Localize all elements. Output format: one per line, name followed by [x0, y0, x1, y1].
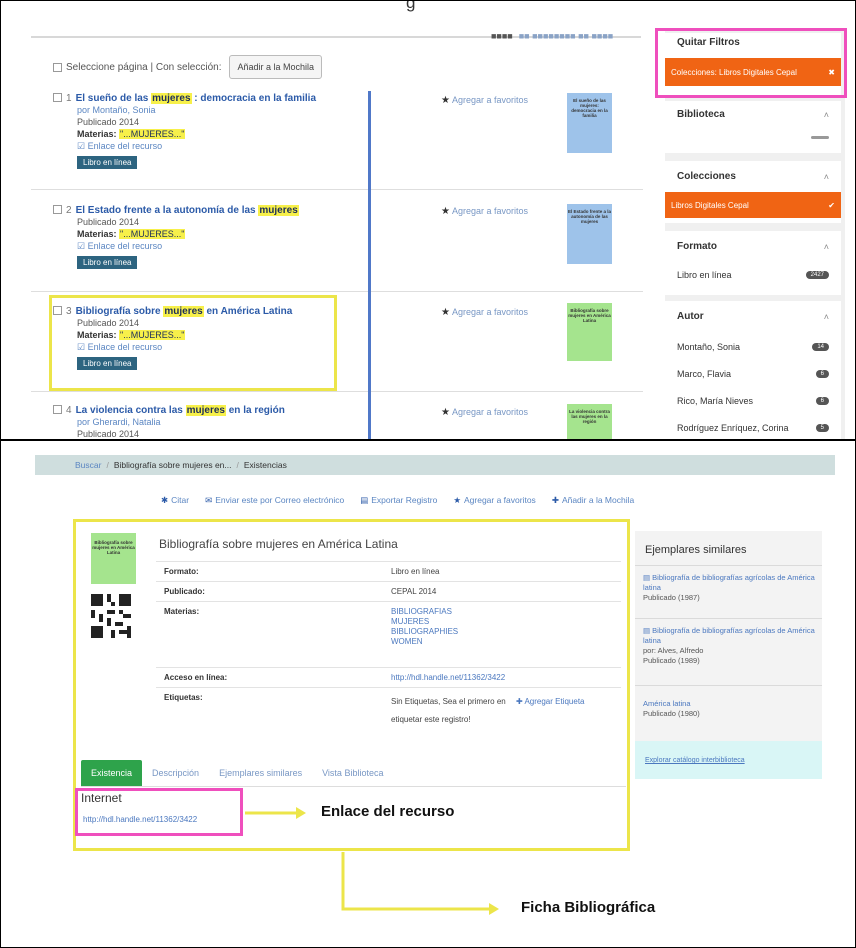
select-page-checkbox[interactable] [53, 62, 62, 72]
similar-item-link[interactable]: ▤ Bibliografía de bibliografías agrícola… [643, 626, 818, 646]
divider [31, 189, 643, 190]
chevron-up-icon[interactable]: ˄ [824, 110, 829, 120]
similar-item: América latina Publicado (1980) [643, 699, 818, 719]
similar-items-heading: Ejemplares similares [645, 544, 747, 556]
result-number: 4 [66, 405, 72, 416]
annotation-label: Enlace del recurso [321, 803, 455, 820]
star-icon: ★ [441, 407, 450, 418]
chevron-up-icon[interactable]: ˄ [824, 242, 829, 252]
similar-item: ▤ Bibliografía de bibliografías agrícola… [643, 626, 818, 666]
result-title-link[interactable]: El Estado frente a la autonomía de las m… [76, 205, 299, 216]
facet-formato: Formato ˄ Libro en línea 2427 [665, 231, 841, 295]
book-cover[interactable]: Bibliografía sobre mujeres en América La… [567, 303, 612, 361]
selection-bar: Seleccione página | Con selección: Añadi… [53, 55, 323, 79]
book-cover[interactable]: La violencia contra las mujeres en la re… [567, 404, 612, 439]
record-detail-panel: Buscar / Bibliografía sobre mujeres en..… [0, 440, 856, 948]
book-cover[interactable]: El Estado frente a la autonomía de las m… [567, 204, 612, 264]
check-icon: ✔ [828, 200, 835, 210]
facet-heading: Formato [677, 241, 717, 252]
format-badge: Libro en línea [77, 156, 138, 169]
result-number: 1 [66, 93, 72, 104]
facet-item[interactable]: Montaño, Sonia 14 [677, 342, 829, 352]
book-icon: ▤ [643, 573, 653, 582]
add-favorite-link[interactable]: ★ Agregar a favoritos [441, 95, 528, 106]
facet-item[interactable]: Rodríguez Enríquez, Corina 5 [677, 423, 829, 433]
divider [635, 565, 822, 566]
facet-biblioteca: Biblioteca ˄ [665, 101, 841, 153]
facet-count [811, 136, 829, 139]
facet-item[interactable]: Libro en línea 2427 [677, 270, 829, 280]
result-subjects: Materias: "...MUJERES..." [77, 229, 186, 239]
book-cover[interactable]: El sueño de las mujeres: democracia en l… [567, 93, 612, 153]
facet-autor: Autor ˄ Montaño, Sonia 14 Marco, Flavia 6 R… [665, 301, 841, 439]
divider [31, 391, 643, 392]
chevron-up-icon[interactable]: ˄ [824, 312, 829, 322]
sort-control[interactable]: ■■■■ ■■ ■■■■■■■■ ■■ ■■■■ [491, 31, 613, 41]
result-subjects: Materias: "...MUJERES..." [77, 129, 186, 139]
facet-heading: Autor [677, 311, 704, 322]
facet-item-selected[interactable]: Libros Digitales Cepal ✔ [665, 192, 841, 218]
similar-item-link[interactable]: ▤ Bibliografía de bibliografías agrícola… [643, 573, 818, 593]
result-item: 1 El sueño de las mujeres : democracia e… [53, 93, 343, 170]
divider [635, 685, 822, 686]
facet-item[interactable]: Marco, Flavia 6 [677, 369, 829, 379]
search-results-panel: g ■■■■ ■■ ■■■■■■■■ ■■ ■■■■ Seleccione pág… [0, 0, 856, 440]
result-number: 2 [66, 205, 72, 216]
similar-item: ▤ Bibliografía de bibliografías agrícola… [643, 573, 818, 603]
format-badge: Libro en línea [77, 256, 138, 269]
page-title-fragment: g [406, 0, 416, 12]
similar-item-link[interactable]: América latina [643, 699, 818, 709]
star-icon: ★ [441, 95, 450, 106]
result-author[interactable]: por Gherardi, Natalia [77, 416, 343, 428]
chevron-up-icon[interactable]: ˄ [824, 172, 829, 182]
star-icon: ★ [441, 206, 450, 217]
facet-colecciones: Colecciones ˄ Libros Digitales Cepal ✔ [665, 161, 841, 223]
add-favorite-link[interactable]: ★ Agregar a favoritos [441, 206, 528, 217]
divider [635, 618, 822, 619]
resource-link[interactable]: ☑ Enlace del recurso [77, 240, 343, 252]
select-page-label: Seleccione página | Con selección: [66, 61, 222, 73]
result-published: Publicado 2014 [77, 117, 140, 127]
result-item: 2 El Estado frente a la autonomía de las… [53, 205, 343, 270]
result-author: por Montaño, Sonia [77, 105, 156, 115]
resource-link[interactable]: ☑ Enlace del recurso [77, 140, 343, 152]
result-title-link[interactable]: La violencia contra las mujeres en la re… [76, 405, 285, 416]
add-favorite-link[interactable]: ★ Agregar a favoritos [441, 307, 528, 318]
result-published: Publicado 2014 [77, 217, 140, 227]
result-item: 4 La violencia contra las mujeres en la … [53, 405, 343, 439]
result-checkbox[interactable] [53, 405, 62, 414]
result-checkbox[interactable] [53, 205, 62, 214]
result-title-link[interactable]: El sueño de las mujeres : democracia en … [76, 93, 316, 104]
add-to-mochila-button[interactable]: Añadir a la Mochila [229, 55, 323, 79]
divider [31, 291, 643, 292]
result-published: Publicado 2014 [77, 429, 140, 439]
book-icon: ▤ [643, 626, 653, 635]
facet-heading: Biblioteca [677, 109, 725, 120]
result-checkbox[interactable] [53, 93, 62, 102]
explore-catalog-link[interactable]: Explorar catálogo interbiblioteca [635, 741, 822, 779]
scroll-indicator [368, 91, 371, 439]
facet-heading: Colecciones [677, 171, 736, 182]
highlight-frame [49, 295, 337, 391]
star-icon: ★ [441, 307, 450, 318]
facet-item[interactable]: Rico, María Nieves 6 [677, 396, 829, 406]
highlight-frame [655, 28, 847, 98]
annotation-label: Ficha Bibliográfica [521, 899, 656, 916]
add-favorite-link[interactable]: ★ Agregar a favoritos [441, 407, 528, 418]
